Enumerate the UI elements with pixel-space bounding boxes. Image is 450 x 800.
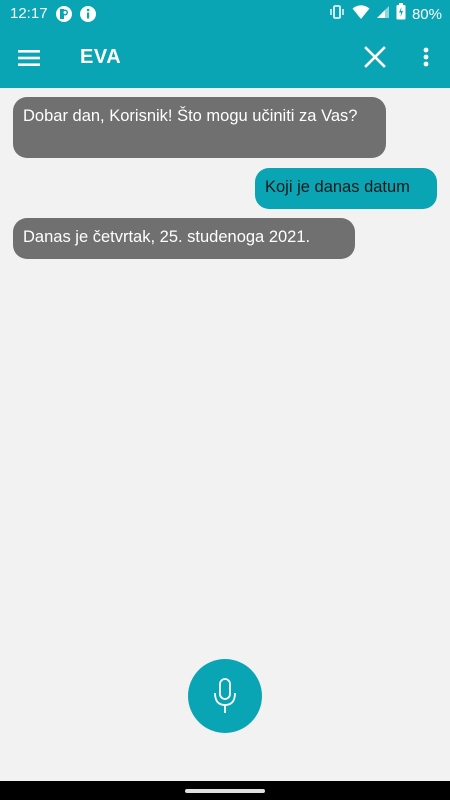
app-bar: EVA [0,27,450,88]
home-gesture-handle[interactable] [185,789,265,793]
chat-message-bot: Dobar dan, Korisnik! Što mogu učiniti za… [13,97,386,158]
battery-percent: 80% [411,5,442,23]
vibrate-icon [328,3,346,26]
menu-button[interactable] [14,43,44,73]
hamburger-icon [18,50,40,66]
more-vert-icon [423,47,429,67]
status-time: 12:17 [10,5,48,22]
close-icon [364,46,386,68]
microphone-icon [214,678,236,713]
chat-message-user: Koji je danas datum [255,168,437,209]
pocket-icon [55,5,73,28]
chat-message-bot: Danas je četvrtak, 25. studenoga 2021. [13,218,355,259]
microphone-button[interactable] [188,659,262,733]
status-bar: 12:17 80% [0,0,450,27]
close-button[interactable] [360,42,390,72]
wifi-icon [352,4,370,25]
signal-icon [376,5,390,24]
navigation-bar [0,781,450,800]
info-icon [79,5,97,28]
battery-icon [396,3,406,25]
app-title: EVA [80,46,122,68]
more-options-button[interactable] [414,42,438,72]
status-icons-right: 80% [328,3,442,26]
